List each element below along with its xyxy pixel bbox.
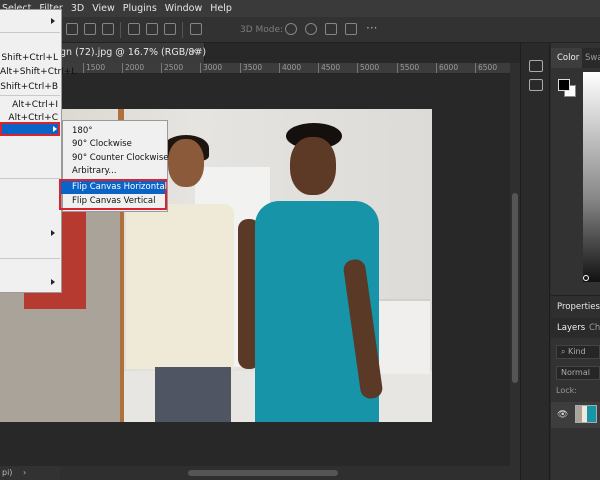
- panel-icon-strip: [520, 43, 550, 480]
- chevron-right-icon[interactable]: ›: [23, 468, 26, 477]
- layer-filter-kind[interactable]: ⌕ Kind: [556, 345, 600, 359]
- more-options-icon[interactable]: ···: [366, 21, 377, 35]
- divider: [0, 178, 60, 179]
- menu-item-rotate-180[interactable]: 180°: [72, 125, 92, 138]
- foreground-color-swatch[interactable]: [558, 79, 570, 91]
- horizontal-ruler: 1500 2000 2500 3000 3500 4000 4500 5000 …: [0, 63, 510, 74]
- chevron-right-icon: [53, 126, 57, 132]
- photo-woman-pants: [155, 367, 231, 422]
- layer-filter-kind-label: Kind: [568, 347, 586, 356]
- ruler-tick: 6500: [475, 63, 497, 73]
- chevron-right-icon: [51, 230, 55, 236]
- menu-3d[interactable]: 3D: [67, 0, 88, 17]
- menu-plugins[interactable]: Plugins: [119, 0, 161, 17]
- color-picker-field[interactable]: [583, 72, 600, 282]
- menu-item-flip-canvas-vertical[interactable]: Flip Canvas Vertical: [72, 195, 155, 208]
- 3d-roll-icon[interactable]: [305, 23, 317, 35]
- tab-channels[interactable]: Ch: [589, 318, 600, 338]
- layers-tab-bar: Layers Ch: [551, 318, 600, 338]
- scroll-thumb[interactable]: [188, 470, 338, 476]
- photo-woman2-face: [290, 137, 336, 195]
- eye-icon[interactable]: 👁: [557, 410, 568, 420]
- lock-label: Lock:: [556, 386, 577, 395]
- menu-item-auto-tone[interactable]: Shift+Ctrl+L: [0, 51, 60, 65]
- align-center-icon[interactable]: [146, 23, 158, 35]
- annotation-highlight-box: Flip Canvas Horizontal Flip Canvas Verti…: [59, 179, 167, 210]
- close-icon[interactable]: ×: [190, 46, 198, 57]
- menu-window[interactable]: Window: [161, 0, 206, 17]
- ruler-tick: 2500: [161, 63, 183, 73]
- align-left-icon[interactable]: [128, 23, 140, 35]
- menu-item-auto-color[interactable]: Shift+Ctrl+B: [0, 80, 60, 94]
- 3d-orbit-icon[interactable]: [285, 23, 297, 35]
- divider: [0, 258, 60, 259]
- color-picker-handle[interactable]: [583, 275, 589, 281]
- menu-item-image-rotation[interactable]: [0, 122, 60, 136]
- image-rotation-submenu: 180° 90° Clockwise 90° Counter Clockwise…: [59, 120, 169, 212]
- align-middle-icon[interactable]: [84, 23, 96, 35]
- ruler-tick: 3500: [240, 63, 262, 73]
- chevron-right-icon: [51, 279, 55, 285]
- ruler-tick: 5500: [397, 63, 419, 73]
- 3d-slide-icon[interactable]: [345, 23, 357, 35]
- distribute-icon[interactable]: [190, 23, 202, 35]
- ruler-tick: 5000: [357, 63, 379, 73]
- tab-swatches[interactable]: Swa: [582, 48, 600, 68]
- menu-item-flip-canvas-horizontal-label: Flip Canvas Horizontal: [72, 182, 168, 192]
- zoom-readout: pi): [2, 468, 13, 477]
- ruler-tick: 6000: [436, 63, 458, 73]
- ruler-tick: 1500: [83, 63, 105, 73]
- comments-panel-icon[interactable]: [529, 79, 543, 91]
- history-panel-icon[interactable]: [529, 60, 543, 72]
- menu-item-rotate-90-ccw[interactable]: 90° Counter Clockwise: [72, 152, 169, 165]
- tab-layers[interactable]: Layers: [557, 318, 585, 338]
- document-tab-title: gn (72).jpg @ 16.7% (RGB/8#): [60, 47, 207, 58]
- search-icon: ⌕: [561, 347, 566, 356]
- photo-woman-blazer: [126, 204, 234, 369]
- ruler-tick: 2000: [122, 63, 144, 73]
- menu-bar: Select Filter 3D View Plugins Window Hel…: [0, 0, 600, 17]
- menu-view[interactable]: View: [88, 0, 119, 17]
- tab-color[interactable]: Color: [551, 48, 582, 68]
- align-bottom-icon[interactable]: [102, 23, 114, 35]
- divider: [0, 95, 60, 96]
- ruler-tick: 4500: [318, 63, 340, 73]
- menu-help[interactable]: Help: [206, 0, 236, 17]
- document-tab-bar: gn (72).jpg @ 16.7% (RGB/8#) ×: [0, 43, 520, 63]
- options-bar: 3D Mode: ···: [0, 17, 600, 43]
- ruler-tick: 4000: [279, 63, 301, 73]
- 3d-pan-icon[interactable]: [325, 23, 337, 35]
- chevron-right-icon: [51, 18, 55, 24]
- blend-mode-select[interactable]: Normal: [556, 366, 600, 380]
- 3d-mode-label: 3D Mode:: [240, 25, 284, 35]
- align-right-icon[interactable]: [164, 23, 176, 35]
- menu-item-image-size[interactable]: Alt+Ctrl+I: [0, 98, 60, 112]
- scroll-thumb[interactable]: [512, 193, 518, 383]
- menu-item-auto-contrast[interactable]: Alt+Shift+Ctrl+L: [0, 65, 76, 79]
- properties-panel-header[interactable]: Properties: [551, 296, 600, 318]
- menu-item-arbitrary[interactable]: Arbitrary...: [72, 165, 117, 178]
- divider: [182, 22, 183, 38]
- divider: [0, 32, 60, 33]
- status-bar: pi) ›: [0, 466, 60, 480]
- layer-thumbnail[interactable]: [575, 405, 597, 423]
- photo-woman-face: [168, 139, 204, 187]
- menu-item-rotate-90-cw[interactable]: 90° Clockwise: [72, 138, 132, 151]
- image-menu-dropdown: Shift+Ctrl+L Alt+Shift+Ctrl+L Shift+Ctrl…: [0, 9, 76, 293]
- divider: [120, 22, 121, 38]
- ruler-tick: 3000: [200, 63, 222, 73]
- horizontal-scrollbar[interactable]: [0, 466, 520, 480]
- align-top-icon[interactable]: [66, 23, 78, 35]
- vertical-scrollbar[interactable]: [510, 63, 520, 466]
- menu-item-flip-canvas-horizontal[interactable]: Flip Canvas Horizontal: [61, 181, 168, 194]
